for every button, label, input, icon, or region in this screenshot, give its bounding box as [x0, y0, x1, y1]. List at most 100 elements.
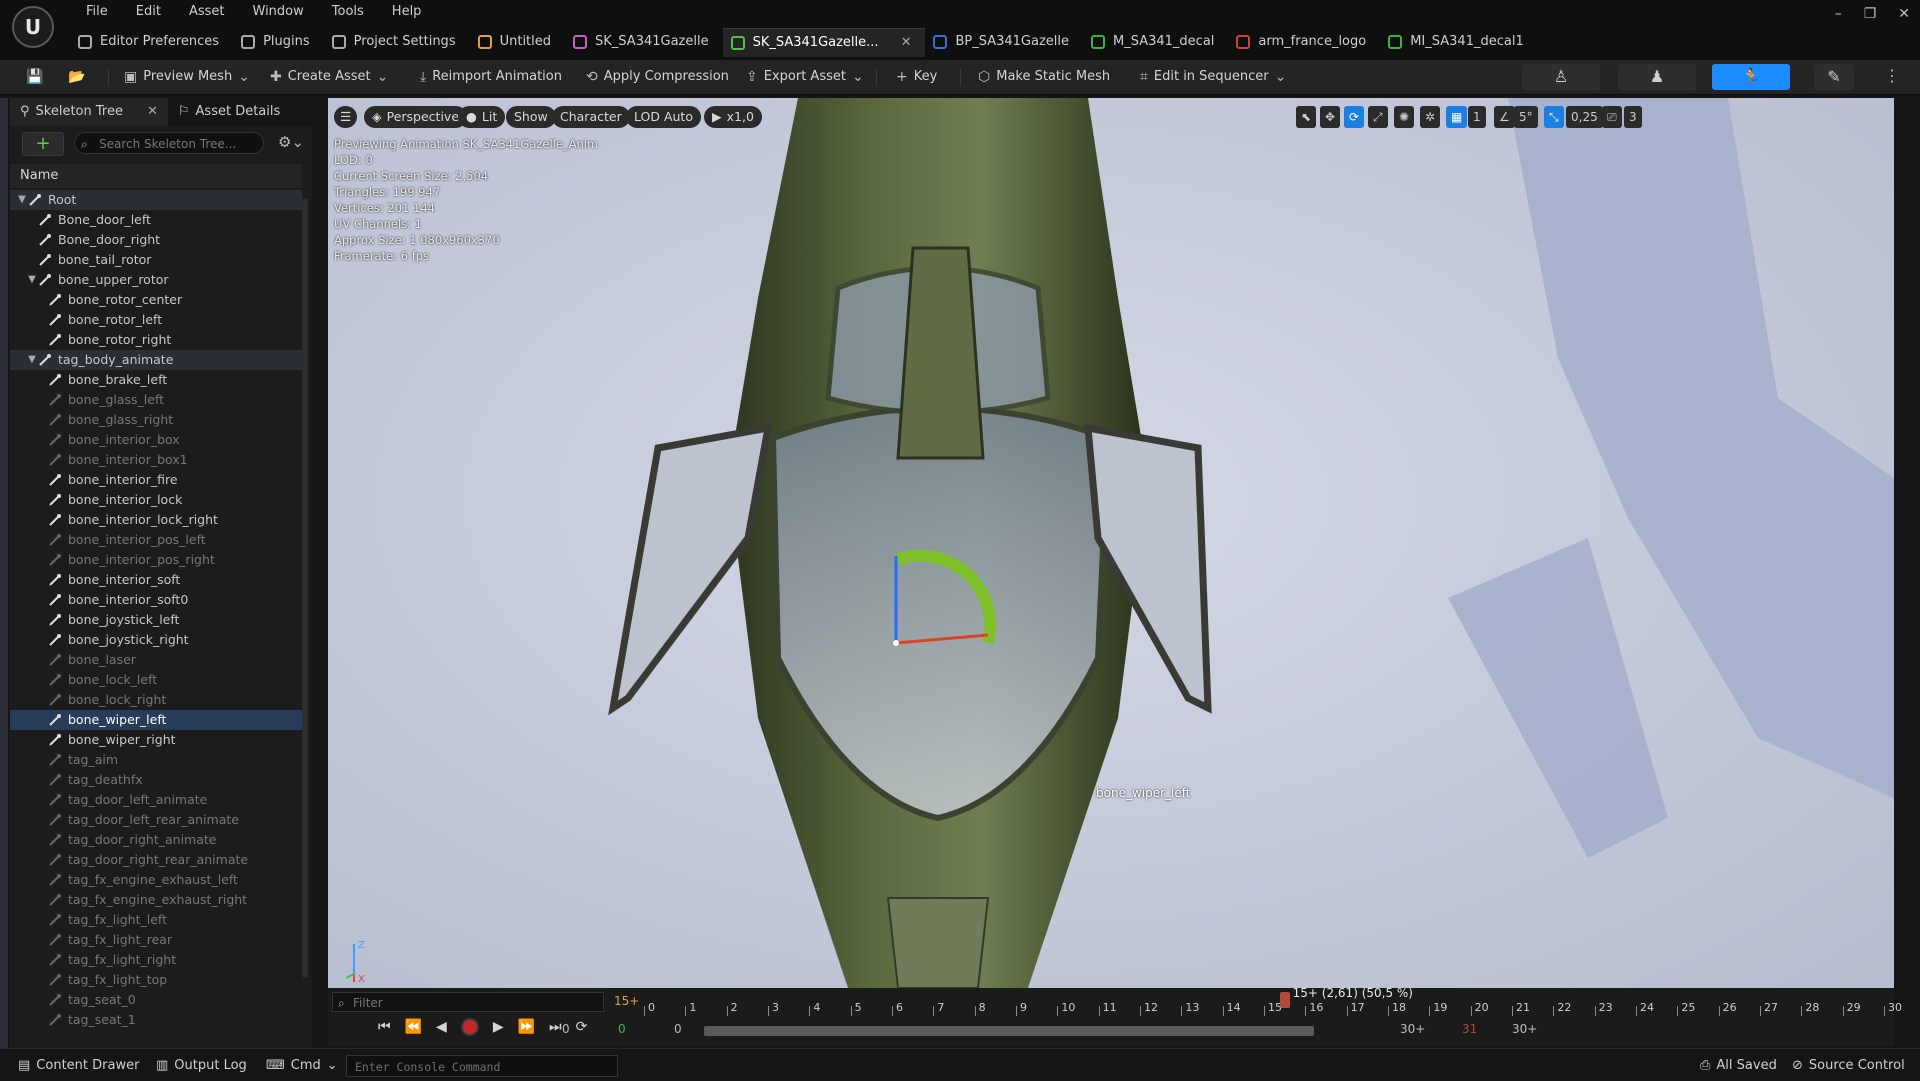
- all-saved-status[interactable]: ⎙ All Saved: [1700, 1056, 1777, 1076]
- tree-row[interactable]: tag_seat_1: [10, 1010, 302, 1030]
- expand-arrow-icon[interactable]: ▼: [26, 350, 38, 370]
- tab-m-sa341-decal[interactable]: M_SA341_decal: [1083, 28, 1228, 56]
- perspective-button[interactable]: ◈ Perspective: [364, 106, 468, 128]
- range-end-1[interactable]: 30+: [1400, 1022, 1425, 1036]
- create-asset-button[interactable]: ✚ Create Asset ⌄: [270, 66, 388, 88]
- step-forward-icon[interactable]: ⏩: [518, 1019, 535, 1035]
- world-local-icon[interactable]: ✺: [1394, 106, 1415, 128]
- scale-snap-value[interactable]: 0,25: [1566, 106, 1603, 128]
- surface-snap-icon[interactable]: ✲: [1420, 106, 1441, 128]
- scale-tool-icon[interactable]: ⤢: [1368, 106, 1388, 128]
- tree-row[interactable]: bone_interior_pos_right: [10, 550, 302, 570]
- tree-row[interactable]: tag_fx_engine_exhaust_right: [10, 890, 302, 910]
- preview-viewport[interactable]: ☰ ◈ Perspective ● Lit Show Character LOD A…: [328, 98, 1894, 988]
- tree-row[interactable]: bone_glass_left: [10, 390, 302, 410]
- menu-window[interactable]: Window: [239, 2, 318, 22]
- cmd-button[interactable]: ⌨ Cmd ⌄: [266, 1056, 338, 1076]
- tree-row[interactable]: bone_interior_box: [10, 430, 302, 450]
- translate-tool-icon[interactable]: ✥: [1320, 106, 1341, 128]
- tree-row[interactable]: bone_rotor_center: [10, 290, 302, 310]
- apply-compression-button[interactable]: ⟲ Apply Compression: [586, 66, 729, 88]
- range-mid-1[interactable]: 0: [618, 1022, 626, 1036]
- grid-snap-icon[interactable]: ▦: [1446, 106, 1468, 128]
- menu-asset[interactable]: Asset: [175, 2, 239, 22]
- tree-row[interactable]: bone_interior_lock_right: [10, 510, 302, 530]
- tree-row[interactable]: tag_door_right_rear_animate: [10, 850, 302, 870]
- tree-row[interactable]: bone_rotor_left: [10, 310, 302, 330]
- minimize-icon[interactable]: –: [1835, 6, 1842, 22]
- more-options-icon[interactable]: ⋮: [1884, 66, 1900, 85]
- save-icon[interactable]: 💾: [26, 66, 43, 88]
- tree-row[interactable]: bone_interior_lock: [10, 490, 302, 510]
- tree-row[interactable]: tag_door_left_animate: [10, 790, 302, 810]
- tab-mi-sa341-decal1[interactable]: MI_SA341_decal1: [1380, 28, 1538, 56]
- tab-editor-preferences[interactable]: Editor Preferences: [70, 28, 233, 56]
- timeline-ruler[interactable]: 0 1 2 3 4 5 6 7 8 9 10 11 12 13 14 15 16 17 18 19 20 21 22 23 24…: [644, 986, 1902, 1016]
- animation-mode-button[interactable]: 🏃: [1712, 64, 1790, 90]
- tab-skeleton-tree[interactable]: ⚲ Skeleton Tree ✕: [10, 98, 168, 126]
- mesh-mode-button[interactable]: ♟: [1618, 64, 1696, 90]
- play-icon[interactable]: ▶: [493, 1019, 504, 1035]
- tab-sk-sa341gazelle[interactable]: SK_SA341Gazelle: [565, 28, 723, 56]
- skeleton-mode-button[interactable]: ♙: [1522, 64, 1600, 90]
- content-drawer-button[interactable]: ▤ Content Drawer: [18, 1056, 139, 1076]
- tree-row[interactable]: tag_door_left_rear_animate: [10, 810, 302, 830]
- browse-icon[interactable]: 📂: [68, 66, 85, 88]
- record-icon[interactable]: [460, 1018, 479, 1036]
- tree-row[interactable]: tag_deathfx: [10, 770, 302, 790]
- unreal-logo-icon[interactable]: U: [12, 6, 54, 48]
- tree-row[interactable]: bone_brake_left: [10, 370, 302, 390]
- tab-sk-sa341gazelle[interactable]: SK_SA341Gazelle... ✕: [722, 28, 926, 57]
- tree-row[interactable]: bone_interior_soft: [10, 570, 302, 590]
- playback-speed-button[interactable]: ▶ x1,0: [704, 106, 762, 128]
- tree-row[interactable]: tag_fx_light_rear: [10, 930, 302, 950]
- make-static-mesh-button[interactable]: ⬡ Make Static Mesh: [978, 66, 1110, 88]
- tree-row[interactable]: tag_fx_light_right: [10, 950, 302, 970]
- go-to-start-icon[interactable]: ⏮: [378, 1019, 391, 1035]
- grid-snap-value[interactable]: 1: [1468, 106, 1486, 128]
- tab-asset-details[interactable]: ⚐ Asset Details: [168, 98, 290, 126]
- tree-row[interactable]: bone_laser: [10, 650, 302, 670]
- tab-bp-sa341gazelle[interactable]: BP_SA341Gazelle: [925, 28, 1083, 56]
- reimport-animation-button[interactable]: ⤓ Reimport Animation: [420, 66, 562, 88]
- add-button[interactable]: +: [22, 132, 64, 156]
- tab-plugins[interactable]: Plugins: [233, 28, 324, 56]
- key-button[interactable]: + Key: [896, 66, 937, 88]
- range-scrollbar[interactable]: [704, 1026, 1314, 1036]
- tab-untitled[interactable]: Untitled: [470, 28, 565, 56]
- output-log-button[interactable]: ▥ Output Log: [156, 1056, 247, 1076]
- tree-row[interactable]: Bone_door_right: [10, 230, 302, 250]
- settings-gear-icon[interactable]: ⚙⌄: [278, 133, 304, 151]
- tree-row[interactable]: bone_interior_fire: [10, 470, 302, 490]
- tree-row[interactable]: ▼ tag_body_animate: [10, 350, 302, 370]
- tab-arm-france-logo[interactable]: arm_france_logo: [1228, 28, 1380, 56]
- tree-row[interactable]: bone_lock_right: [10, 690, 302, 710]
- source-control-button[interactable]: ⊘ Source Control: [1792, 1056, 1905, 1076]
- tree-row[interactable]: bone_interior_soft0: [10, 590, 302, 610]
- maximize-icon[interactable]: ❐: [1864, 6, 1877, 22]
- close-tab-icon[interactable]: ✕: [147, 98, 158, 126]
- step-back-icon[interactable]: ⏪: [405, 1019, 422, 1035]
- tree-row[interactable]: tag_door_right_animate: [10, 830, 302, 850]
- lit-button[interactable]: ● Lit: [458, 106, 506, 128]
- go-to-end-icon[interactable]: ⏭: [549, 1019, 562, 1035]
- playhead[interactable]: [1279, 992, 1290, 1008]
- camera-speed-icon[interactable]: ⎚: [1602, 106, 1622, 128]
- menu-file[interactable]: File: [72, 2, 122, 22]
- tree-row[interactable]: tag_aim: [10, 750, 302, 770]
- tree-row[interactable]: bone_interior_box1: [10, 450, 302, 470]
- tree-row[interactable]: bone_wiper_right: [10, 730, 302, 750]
- tree-scrollbar[interactable]: [302, 198, 308, 978]
- angle-snap-icon[interactable]: ∠: [1494, 106, 1515, 128]
- select-tool-icon[interactable]: ⬉: [1296, 106, 1317, 128]
- loop-icon[interactable]: ⟳: [576, 1019, 588, 1035]
- tree-row[interactable]: bone_lock_left: [10, 670, 302, 690]
- viewport-menu-button[interactable]: ☰: [334, 106, 358, 128]
- range-end-2[interactable]: 31: [1462, 1022, 1477, 1036]
- tree-row[interactable]: ▼ bone_upper_rotor: [10, 270, 302, 290]
- timeline-filter-input[interactable]: ⌕ Filter: [332, 992, 604, 1012]
- range-start[interactable]: 0: [562, 1022, 570, 1036]
- column-header-name[interactable]: Name: [10, 164, 302, 188]
- tree-row[interactable]: Bone_door_left: [10, 210, 302, 230]
- preview-mesh-button[interactable]: ▣ Preview Mesh ⌄: [124, 66, 250, 88]
